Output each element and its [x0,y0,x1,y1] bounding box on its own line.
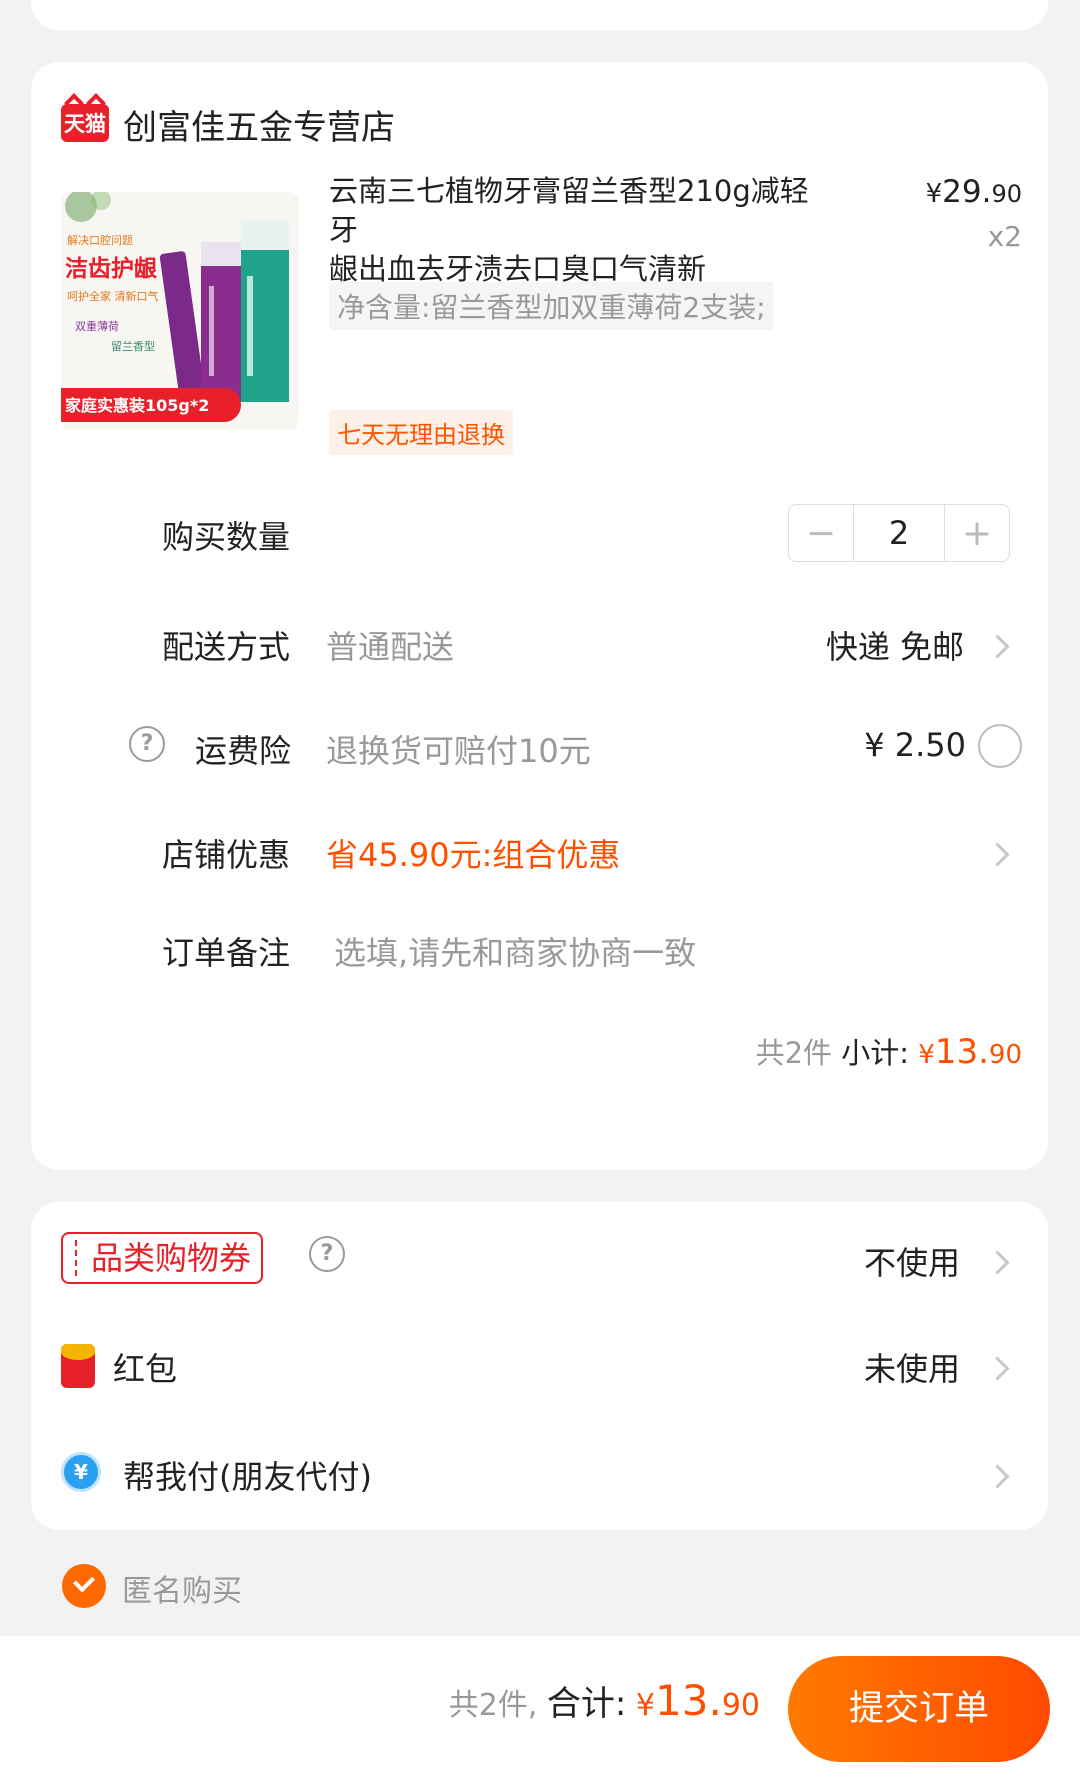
total-decimal: 90 [721,1688,760,1723]
delivery-label: 配送方式 [162,628,291,666]
anonymous-checkbox[interactable] [62,1564,106,1608]
friend-pay-icon: ¥ [61,1452,101,1492]
note-input[interactable]: 选填,请先和商家协商一致 [334,928,696,974]
quantity-input[interactable]: 2 [853,505,945,561]
price-currency: ¥ [925,179,943,209]
quantity-increase-button[interactable]: + [945,505,1009,561]
store-name[interactable]: 创富佳五金专营店 [123,100,395,149]
product-price: ¥29.90 [926,174,1022,210]
total-count: 共2件, [448,1688,538,1723]
total-integer: 13. [655,1676,722,1725]
image-banner: 家庭实惠装105g*2 [65,396,209,415]
redpacket-label: 红包 [113,1350,178,1388]
help-icon[interactable]: ? [129,726,165,762]
chevron-right-icon [985,842,1010,867]
subtotal-label: 小计: [841,1036,910,1070]
submit-order-button[interactable]: 提交订单 [788,1656,1050,1762]
product-image-art: 解决口腔问题 洁齿护龈 呵护全家 清新口气 双重薄荷 留兰香型 家庭实惠装105… [61,192,299,430]
image-topline: 解决口腔问题 [67,233,133,247]
delivery-value: 快递 免邮 [825,628,964,666]
insurance-desc: 退换货可赔付10元 [326,732,591,770]
product-spec[interactable]: 净含量:留兰香型加双重薄荷2支装; [329,282,774,330]
total-currency: ¥ [635,1688,656,1723]
product-image[interactable]: 解决口腔问题 洁齿护龈 呵护全家 清新口气 双重薄荷 留兰香型 家庭实惠装105… [61,192,299,430]
insurance-price: ¥ 2.50 [864,726,966,764]
insurance-radio[interactable] [978,724,1022,768]
friend-pay-label: 帮我付(朋友代付) [123,1458,372,1496]
discount-value: 省45.90元:组合优惠 [326,836,621,874]
redpacket-value: 未使用 [863,1350,960,1388]
quantity-stepper: − 2 + [788,504,1010,562]
chevron-right-icon [985,1464,1010,1489]
red-packet-icon [61,1344,95,1388]
tmall-badge-label: 天猫 [64,112,106,136]
note-label: 订单备注 [162,934,291,972]
category-coupon-tag: 品类购物券 [61,1232,264,1284]
tmall-icon: 天猫 [61,104,109,142]
coupon-value: 不使用 [863,1244,960,1282]
discount-label: 店铺优惠 [162,836,291,874]
subtotal-integer: 13. [934,1032,989,1072]
anonymous-label: 匿名购买 [122,1574,242,1609]
product-title[interactable]: 云南三七植物牙膏留兰香型210g减轻牙 龈出血去牙渍去口臭口气清新 [329,172,829,289]
yuan-glyph: ¥ [74,1460,88,1484]
image-flavor: 留兰香型 [111,339,155,353]
subtotal-count: 共2件 [755,1036,833,1070]
product-quantity: x2 [987,220,1022,253]
quantity-label: 购买数量 [162,518,291,556]
chevron-right-icon [985,1250,1010,1275]
help-icon[interactable]: ? [309,1236,345,1272]
total-label: 合计: [546,1684,627,1724]
image-sub: 呵护全家 清新口气 [67,289,159,303]
product-title-line1: 云南三七植物牙膏留兰香型210g减轻牙 [329,174,809,247]
image-headline: 洁齿护龈 [65,255,158,282]
checkmark-icon [73,1570,95,1593]
price-integer: 29. [942,174,992,210]
chevron-right-icon [985,634,1010,659]
subtotal-decimal: 90 [988,1040,1022,1070]
quantity-decrease-button[interactable]: − [789,505,853,561]
insurance-label: 运费险 [195,732,292,770]
image-mint: 双重薄荷 [75,319,119,333]
total-summary: 共2件, 合计: ¥13.90 [449,1676,760,1725]
return-policy-tag: 七天无理由退换 [329,410,513,455]
subtotal-currency: ¥ [918,1040,935,1070]
delivery-method: 普通配送 [326,628,455,666]
chevron-right-icon [985,1356,1010,1381]
order-card: 天猫 创富佳五金专营店 解决口腔问题 洁齿护龈 呵护全家 清新口气 双重薄荷 留… [31,62,1048,1170]
bottom-bar: 共2件, 合计: ¥13.90 提交订单 [0,1636,1080,1778]
price-decimal: 90 [991,180,1022,208]
benefits-card: 品类购物券 ? 不使用 红包 未使用 ¥ 帮我付(朋友代付) [31,1202,1048,1530]
previous-card [31,0,1048,30]
subtotal: 共2件 小计: ¥13.90 [756,1030,1022,1072]
